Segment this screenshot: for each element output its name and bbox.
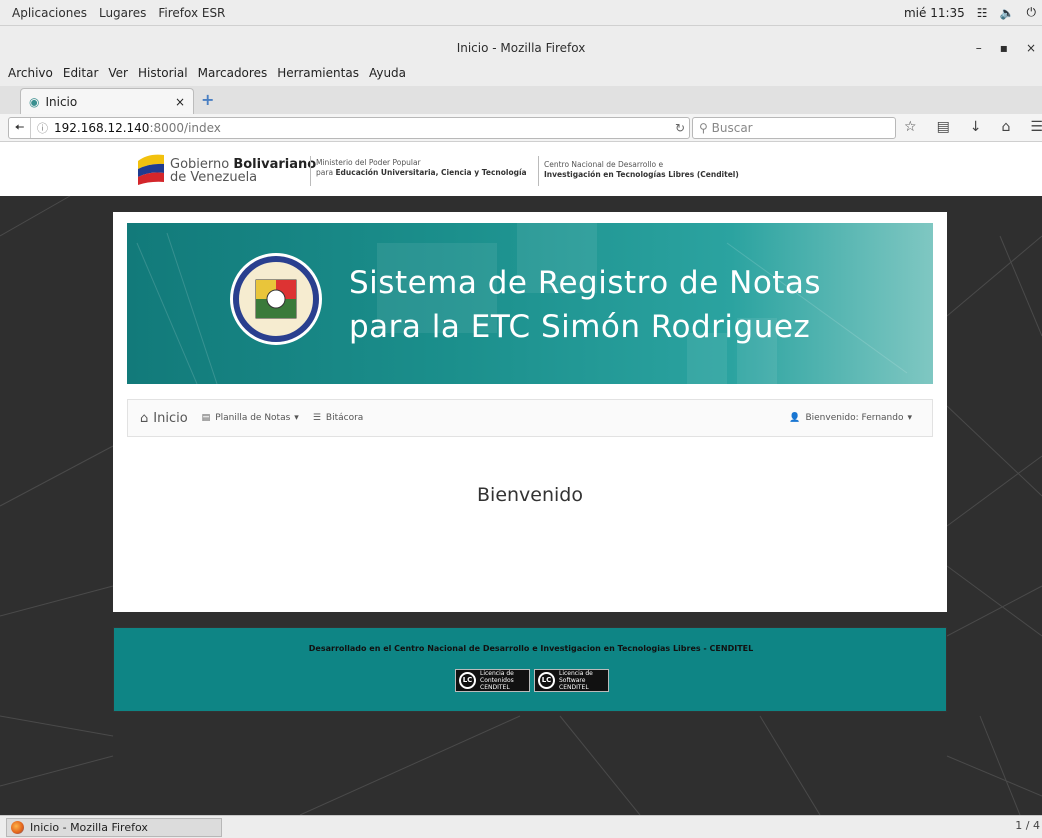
badge-line: Licencia de bbox=[559, 670, 593, 677]
home-icon[interactable]: ⌂ bbox=[1002, 119, 1011, 135]
reading-list-icon[interactable]: ▤ bbox=[937, 119, 950, 135]
reload-icon[interactable]: ↻ bbox=[675, 121, 685, 135]
nav-bitacora-label: Bitácora bbox=[325, 413, 364, 423]
firefox-icon bbox=[11, 821, 24, 834]
nav-planilla-label: Planilla de Notas bbox=[215, 413, 291, 423]
header-divider bbox=[538, 156, 539, 186]
window-titlebar: Inicio - Mozilla Firefox – ▪ × bbox=[0, 37, 1042, 59]
list-icon: ☰ bbox=[312, 413, 321, 423]
places-menu[interactable]: Lugares bbox=[99, 6, 146, 20]
main-card: Sistema de Registro de Notas para la ETC… bbox=[113, 212, 947, 612]
menu-ayuda[interactable]: Ayuda bbox=[369, 66, 406, 80]
nav-home-label: Inicio bbox=[153, 410, 188, 426]
venezuela-flag-icon bbox=[138, 154, 164, 185]
license-logo-icon: LC bbox=[538, 672, 555, 689]
software-license-badge[interactable]: LC Licencia de Software CENDITEL bbox=[534, 669, 609, 692]
search-icon: ⚲ bbox=[699, 121, 708, 135]
gov-brand: Gobierno Bolivariano de Venezuela bbox=[170, 158, 316, 184]
app-navbar: ⌂ Inicio ▤ Planilla de Notas ▾ ☰ Bitácor… bbox=[127, 399, 933, 437]
downloads-icon[interactable]: ↓ bbox=[970, 119, 982, 135]
tab-inicio[interactable]: ◉ Inicio × bbox=[20, 88, 194, 114]
nav-planilla-dropdown[interactable]: ▤ Planilla de Notas ▾ bbox=[202, 413, 299, 423]
user-icon: 👤 bbox=[789, 413, 801, 423]
active-app-menu[interactable]: Firefox ESR bbox=[158, 6, 225, 20]
taskbar-firefox-window[interactable]: Inicio - Mozilla Firefox bbox=[6, 818, 222, 837]
menu-archivo[interactable]: Archivo bbox=[8, 66, 53, 80]
badge-line: CENDITEL bbox=[559, 684, 589, 691]
center-label: Centro Nacional de Desarrollo e Investig… bbox=[544, 160, 739, 180]
menu-historial[interactable]: Historial bbox=[138, 66, 188, 80]
ministry-label: Ministerio del Poder Popular para Educac… bbox=[316, 158, 527, 178]
banner-title-line1: Sistema de Registro de Notas bbox=[349, 265, 822, 301]
power-icon[interactable]: ⏻ bbox=[1027, 5, 1037, 20]
welcome-heading: Bienvenido bbox=[477, 484, 583, 506]
url-host: 192.168.12.140 bbox=[54, 121, 150, 135]
menu-bar: Archivo Editar Ver Historial Marcadores … bbox=[0, 62, 1042, 84]
new-tab-icon[interactable]: + bbox=[201, 90, 214, 109]
menu-ver[interactable]: Ver bbox=[108, 66, 128, 80]
government-header: Gobierno Bolivariano de Venezuela Minist… bbox=[0, 142, 1042, 196]
tab-strip: ◉ Inicio × bbox=[0, 86, 1042, 114]
header-divider bbox=[310, 156, 311, 186]
menu-marcadores[interactable]: Marcadores bbox=[198, 66, 268, 80]
url-path: :8000/index bbox=[149, 121, 221, 135]
ministry-line1: Ministerio del Poder Popular bbox=[316, 158, 421, 167]
badge-line: Software bbox=[559, 677, 586, 684]
center-line1: Centro Nacional de Desarrollo e bbox=[544, 160, 664, 169]
minimize-icon[interactable]: – bbox=[976, 37, 982, 59]
school-seal-logo bbox=[230, 253, 322, 345]
tab-label: Inicio bbox=[45, 94, 78, 109]
gov-line2: de Venezuela bbox=[170, 170, 258, 185]
applications-menu[interactable]: Aplicaciones bbox=[12, 6, 87, 20]
system-top-bar: Aplicaciones Lugares Firefox ESR mié 11:… bbox=[0, 0, 1042, 26]
window-title: Inicio - Mozilla Firefox bbox=[456, 41, 586, 55]
header-banner: Sistema de Registro de Notas para la ETC… bbox=[127, 223, 933, 384]
clock[interactable]: mié 11:35 bbox=[904, 6, 965, 20]
user-menu-dropdown[interactable]: 👤 Bienvenido: Fernando ▾ bbox=[789, 413, 912, 423]
nav-bitacora[interactable]: ☰ Bitácora bbox=[313, 413, 363, 423]
caret-down-icon: ▾ bbox=[907, 413, 912, 423]
menu-herramientas[interactable]: Herramientas bbox=[277, 66, 359, 80]
taskbar-window-label: Inicio - Mozilla Firefox bbox=[30, 821, 148, 834]
page-footer: Desarrollado en el Centro Nacional de De… bbox=[113, 627, 947, 712]
bookmark-star-icon[interactable]: ☆ bbox=[904, 119, 917, 135]
close-tab-icon[interactable]: × bbox=[175, 95, 185, 109]
banner-title-line2: para la ETC Simón Rodriguez bbox=[349, 309, 811, 345]
info-icon[interactable]: ⓘ bbox=[37, 120, 48, 136]
content-license-badge[interactable]: LC Licencia de Contenidos CENDITEL bbox=[455, 669, 530, 692]
workspace-indicator[interactable]: 1 / 4 bbox=[1015, 819, 1040, 832]
license-logo-icon: LC bbox=[459, 672, 476, 689]
page-content: Gobierno Bolivariano de Venezuela Minist… bbox=[0, 142, 1042, 815]
close-icon[interactable]: × bbox=[1026, 37, 1036, 59]
badge-line: Licencia de bbox=[480, 670, 514, 677]
ministry-name: Educación Universitaria, Ciencia y Tecno… bbox=[335, 168, 527, 177]
maximize-icon[interactable]: ▪ bbox=[1000, 37, 1008, 59]
url-text: 192.168.12.140:8000/index bbox=[54, 121, 221, 135]
list-alt-icon: ▤ bbox=[201, 413, 211, 423]
nav-home[interactable]: ⌂ Inicio bbox=[140, 411, 188, 426]
search-input[interactable]: ⚲ Buscar bbox=[692, 117, 896, 139]
favicon-icon: ◉ bbox=[29, 94, 40, 109]
user-menu-label: Bienvenido: Fernando bbox=[805, 413, 904, 423]
badge-line: Contenidos bbox=[480, 677, 514, 684]
footer-text: Desarrollado en el Centro Nacional de De… bbox=[308, 644, 754, 653]
home-icon: ⌂ bbox=[140, 410, 149, 426]
navigation-toolbar: 🠤 ⓘ 192.168.12.140:8000/index ↻ ⚲ Buscar… bbox=[0, 114, 1042, 142]
hamburger-menu-icon[interactable]: ☰ bbox=[1030, 119, 1042, 135]
network-icon[interactable]: ☷ bbox=[977, 6, 988, 20]
menu-editar[interactable]: Editar bbox=[63, 66, 99, 80]
badge-line: CENDITEL bbox=[480, 684, 510, 691]
back-icon[interactable]: 🠤 bbox=[9, 118, 31, 138]
center-line2: Investigación en Tecnologías Libres (Cen… bbox=[544, 170, 739, 179]
ministry-prefix: para bbox=[316, 168, 334, 177]
search-placeholder: Buscar bbox=[711, 121, 753, 135]
volume-icon[interactable]: 🔈 bbox=[1000, 6, 1015, 20]
bottom-taskbar: Inicio - Mozilla Firefox 1 / 4 bbox=[0, 815, 1042, 838]
caret-down-icon: ▾ bbox=[294, 413, 299, 423]
url-bar[interactable]: 🠤 ⓘ 192.168.12.140:8000/index ↻ bbox=[8, 117, 690, 139]
